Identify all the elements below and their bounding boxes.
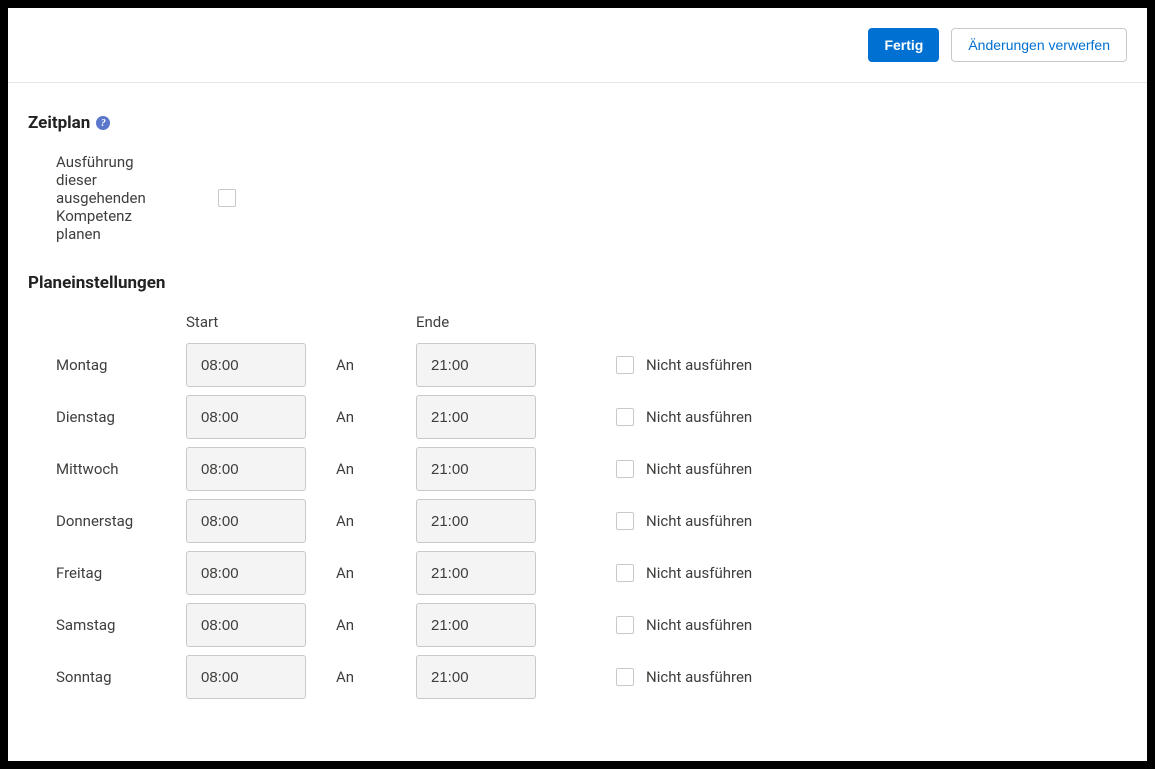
norun-checkbox[interactable] xyxy=(616,668,634,686)
end-time-input[interactable] xyxy=(416,603,536,647)
schedule-table: Start Ende Montag An Nicht ausführen Die… xyxy=(28,313,1127,699)
schedule-header: Start Ende xyxy=(56,313,1127,331)
norun-label: Nicht ausführen xyxy=(646,668,1127,686)
content-area: Zeitplan ? Ausführung dieser ausgehenden… xyxy=(8,83,1147,737)
start-time-input[interactable] xyxy=(186,499,306,543)
start-time-input[interactable] xyxy=(186,655,306,699)
to-label: An xyxy=(336,512,416,530)
to-label: An xyxy=(336,564,416,582)
end-time-input[interactable] xyxy=(416,655,536,699)
norun-checkbox[interactable] xyxy=(616,512,634,530)
schedule-row-donnerstag: Donnerstag An Nicht ausführen xyxy=(56,499,1127,543)
day-label: Donnerstag xyxy=(56,512,186,530)
plan-execution-checkbox[interactable] xyxy=(218,189,236,207)
start-time-input[interactable] xyxy=(186,395,306,439)
done-button[interactable]: Fertig xyxy=(868,28,939,62)
end-time-input[interactable] xyxy=(416,395,536,439)
norun-label: Nicht ausführen xyxy=(646,564,1127,582)
end-time-input[interactable] xyxy=(416,343,536,387)
start-time-input[interactable] xyxy=(186,551,306,595)
norun-checkbox[interactable] xyxy=(616,460,634,478)
start-time-input[interactable] xyxy=(186,343,306,387)
norun-label: Nicht ausführen xyxy=(646,408,1127,426)
start-time-input[interactable] xyxy=(186,603,306,647)
end-time-input[interactable] xyxy=(416,499,536,543)
schedule-title: Zeitplan xyxy=(28,113,90,133)
day-label: Mittwoch xyxy=(56,460,186,478)
col-header-end: Ende xyxy=(416,313,616,331)
norun-checkbox[interactable] xyxy=(616,356,634,374)
norun-checkbox[interactable] xyxy=(616,408,634,426)
end-time-input[interactable] xyxy=(416,551,536,595)
plan-execution-row: Ausführung dieser ausgehenden Kompetenz … xyxy=(28,153,1127,243)
to-label: An xyxy=(336,460,416,478)
plan-execution-label: Ausführung dieser ausgehenden Kompetenz … xyxy=(28,153,178,243)
day-label: Montag xyxy=(56,356,186,374)
help-icon[interactable]: ? xyxy=(96,116,110,130)
norun-label: Nicht ausführen xyxy=(646,460,1127,478)
schedule-row-mittwoch: Mittwoch An Nicht ausführen xyxy=(56,447,1127,491)
norun-label: Nicht ausführen xyxy=(646,356,1127,374)
to-label: An xyxy=(336,616,416,634)
settings-panel: Fertig Änderungen verwerfen Zeitplan ? A… xyxy=(8,8,1147,761)
to-label: An xyxy=(336,356,416,374)
plan-settings-title: Planeinstellungen xyxy=(28,273,1127,293)
schedule-row-dienstag: Dienstag An Nicht ausführen xyxy=(56,395,1127,439)
schedule-row-sonntag: Sonntag An Nicht ausführen xyxy=(56,655,1127,699)
day-label: Samstag xyxy=(56,616,186,634)
to-label: An xyxy=(336,408,416,426)
norun-checkbox[interactable] xyxy=(616,564,634,582)
norun-label: Nicht ausführen xyxy=(646,512,1127,530)
day-label: Dienstag xyxy=(56,408,186,426)
header-bar: Fertig Änderungen verwerfen xyxy=(8,8,1147,83)
day-label: Sonntag xyxy=(56,668,186,686)
schedule-row-montag: Montag An Nicht ausführen xyxy=(56,343,1127,387)
day-label: Freitag xyxy=(56,564,186,582)
to-label: An xyxy=(336,668,416,686)
schedule-row-freitag: Freitag An Nicht ausführen xyxy=(56,551,1127,595)
schedule-title-row: Zeitplan ? xyxy=(28,113,1127,133)
col-header-start: Start xyxy=(186,313,336,331)
start-time-input[interactable] xyxy=(186,447,306,491)
discard-button[interactable]: Änderungen verwerfen xyxy=(951,28,1127,62)
norun-label: Nicht ausführen xyxy=(646,616,1127,634)
norun-checkbox[interactable] xyxy=(616,616,634,634)
schedule-row-samstag: Samstag An Nicht ausführen xyxy=(56,603,1127,647)
end-time-input[interactable] xyxy=(416,447,536,491)
